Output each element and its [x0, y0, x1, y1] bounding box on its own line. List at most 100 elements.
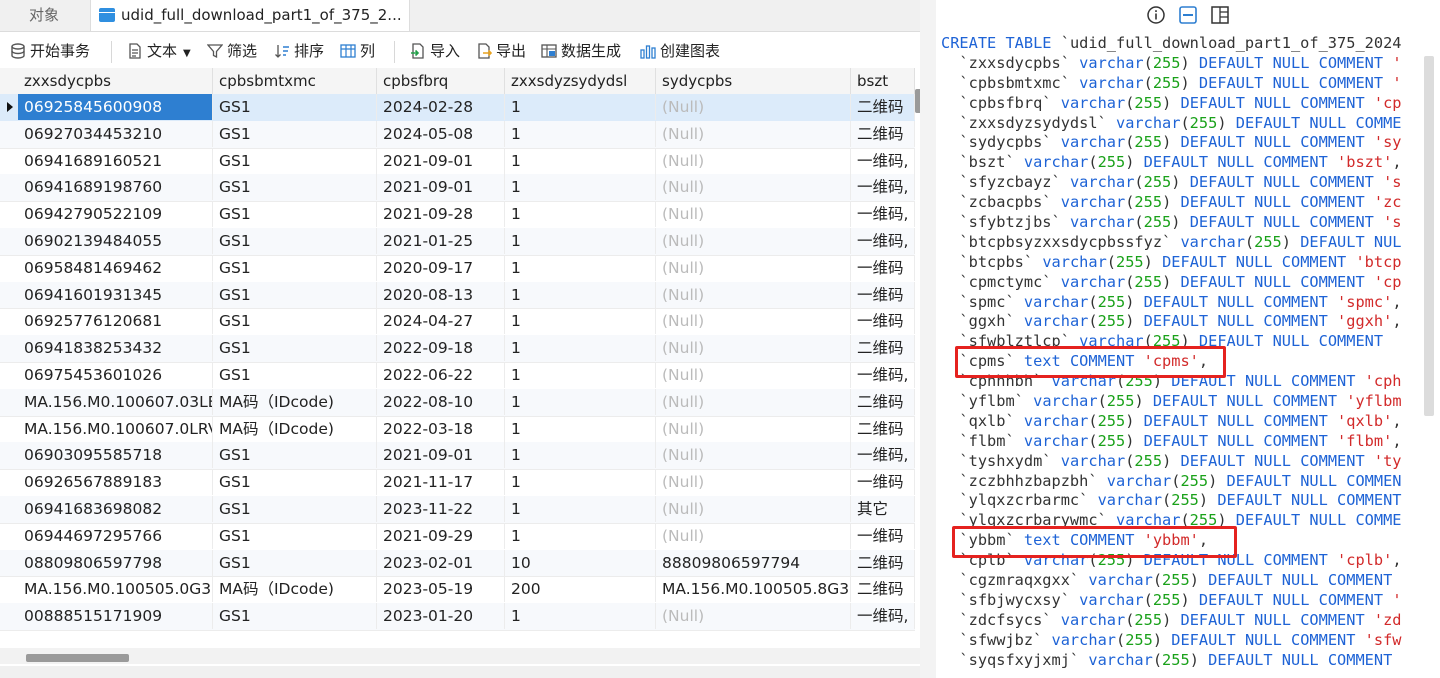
table-cell[interactable]: 06941689160521 [18, 147, 213, 174]
table-cell[interactable]: (Null) [656, 335, 851, 362]
row-indicator[interactable] [0, 282, 18, 308]
columns-button[interactable]: 列 [340, 41, 375, 61]
table-cell[interactable]: MA.156.M0.100505.0G3 [18, 576, 213, 603]
table-cell[interactable]: (Null) [656, 415, 851, 442]
table-cell[interactable]: (Null) [656, 603, 851, 630]
tab-table-data[interactable]: udid_full_download_part1_of_375_2... [90, 0, 410, 31]
table-cell[interactable]: 2021-09-01 [377, 174, 505, 201]
table-row[interactable]: 08809806597798 GS1 2023-02-01 10 88809806597… [0, 549, 915, 578]
import-button[interactable]: 导入 [410, 41, 460, 61]
table-cell[interactable]: 二维码 [851, 335, 915, 362]
table-cell[interactable]: (Null) [656, 201, 851, 228]
table-row[interactable]: 06944697295766 GS1 2021-09-29 1 (Null) 一维码 [0, 522, 915, 551]
table-cell[interactable]: 1 [505, 388, 656, 415]
table-cell[interactable]: GS1 [213, 496, 377, 522]
row-indicator[interactable] [0, 362, 18, 388]
table-row[interactable]: 06941601931345 GS1 2020-08-13 1 (Null) 一维码 [0, 281, 915, 310]
table-cell[interactable]: (Null) [656, 522, 851, 549]
table-cell[interactable]: GS1 [213, 308, 377, 335]
table-cell[interactable]: (Null) [656, 388, 851, 415]
table-cell[interactable]: 一维码, [851, 201, 915, 228]
table-cell[interactable]: 2020-08-13 [377, 281, 505, 308]
table-cell[interactable]: 06925845600908 [18, 94, 213, 120]
table-cell[interactable]: 二维码 [851, 94, 915, 120]
table-cell[interactable]: 二维码 [851, 549, 915, 576]
table-cell[interactable]: MA码（IDcode) [213, 388, 377, 415]
row-indicator[interactable] [0, 523, 18, 549]
table-cell[interactable]: MA码（IDcode) [213, 576, 377, 603]
table-cell[interactable]: 一维码, [851, 603, 915, 630]
table-cell[interactable]: 一维码, [851, 442, 915, 469]
table-cell[interactable]: 一维码 [851, 308, 915, 335]
table-cell[interactable]: GS1 [213, 94, 377, 120]
row-indicator[interactable] [0, 148, 18, 174]
table-cell[interactable]: 2022-06-22 [377, 362, 505, 388]
table-cell[interactable]: 二维码 [851, 120, 915, 147]
table-cell[interactable]: GS1 [213, 147, 377, 174]
table-cell[interactable]: 06926567889183 [18, 469, 213, 496]
table-cell[interactable]: 1 [505, 415, 656, 442]
row-indicator[interactable] [0, 335, 18, 361]
table-cell[interactable]: 1 [505, 335, 656, 362]
table-cell[interactable]: 1 [505, 603, 656, 630]
row-indicator[interactable] [0, 228, 18, 254]
sort-button[interactable]: 排序 [274, 41, 324, 61]
table-cell[interactable]: 1 [505, 442, 656, 469]
table-cell[interactable]: 二维码 [851, 388, 915, 415]
table-cell[interactable]: 一维码 [851, 254, 915, 281]
table-cell[interactable]: 2023-01-20 [377, 603, 505, 630]
table-cell[interactable]: MA.156.M0.100607.03LE [18, 388, 213, 415]
ddl-icon[interactable] [1178, 5, 1198, 25]
table-cell[interactable]: GS1 [213, 120, 377, 147]
table-cell[interactable]: 2021-11-17 [377, 469, 505, 496]
table-cell[interactable]: (Null) [656, 308, 851, 335]
row-indicator[interactable] [0, 496, 18, 522]
table-cell[interactable]: 1 [505, 362, 656, 388]
table-cell[interactable]: 88809806597794 [656, 549, 851, 576]
table-cell[interactable]: GS1 [213, 335, 377, 362]
table-cell[interactable]: 2022-03-18 [377, 415, 505, 442]
table-row[interactable]: MA.156.M0.100607.03LE MA码（IDcode) 2022-08-… [0, 388, 915, 417]
table-row[interactable]: MA.156.M0.100607.0LRV MA码（IDcode) 2022-03-… [0, 415, 915, 444]
row-indicator[interactable] [0, 469, 18, 495]
table-cell[interactable]: 2023-11-22 [377, 496, 505, 522]
table-cell[interactable]: (Null) [656, 228, 851, 254]
table-cell[interactable]: 1 [505, 496, 656, 522]
table-row[interactable]: 06902139484055 GS1 2021-01-25 1 (Null) 一维码, [0, 228, 915, 256]
table-cell[interactable]: (Null) [656, 94, 851, 120]
table-cell[interactable]: 1 [505, 522, 656, 549]
table-cell[interactable]: GS1 [213, 549, 377, 576]
table-cell[interactable]: 1 [505, 94, 656, 120]
table-cell[interactable]: (Null) [656, 362, 851, 388]
table-row[interactable]: 00888515171909 GS1 2023-01-20 1 (Null) 一维码, [0, 603, 915, 631]
table-cell[interactable]: 200 [505, 576, 656, 603]
data-generation-button[interactable]: 数据生成 [541, 41, 621, 61]
table-row[interactable]: 06941683698082 GS1 2023-11-22 1 (Null) 其它 [0, 496, 915, 524]
table-cell[interactable]: 06927034453210 [18, 120, 213, 147]
table-cell[interactable]: (Null) [656, 442, 851, 469]
table-cell[interactable]: 1 [505, 469, 656, 496]
table-cell[interactable]: GS1 [213, 603, 377, 630]
table-cell[interactable]: 2024-05-08 [377, 120, 505, 147]
table-cell[interactable]: 1 [505, 254, 656, 281]
table-row[interactable]: 06925845600908 GS1 2024-02-28 1 (Null) 二维码 [0, 94, 915, 122]
column-header[interactable]: zxxsdyzsydydsl [505, 68, 656, 94]
table-row[interactable]: 06903095585718 GS1 2021-09-01 1 (Null) 一维码, [0, 442, 915, 471]
layout-icon[interactable] [1210, 5, 1230, 25]
table-cell[interactable]: 06903095585718 [18, 442, 213, 469]
row-indicator[interactable] [0, 416, 18, 442]
table-cell[interactable]: 2022-08-10 [377, 388, 505, 415]
table-cell[interactable]: 06941689198760 [18, 174, 213, 201]
table-cell[interactable]: MA.156.M0.100505.8G3 [656, 576, 851, 603]
table-cell[interactable]: 06925776120681 [18, 308, 213, 335]
table-row[interactable]: 06926567889183 GS1 2021-11-17 1 (Null) 一维码 [0, 469, 915, 497]
table-cell[interactable]: 06942790522109 [18, 201, 213, 228]
row-indicator[interactable] [0, 201, 18, 227]
row-indicator[interactable] [0, 255, 18, 281]
table-cell[interactable]: 1 [505, 228, 656, 254]
table-cell[interactable]: 1 [505, 308, 656, 335]
column-header[interactable]: zxxsdycpbs [18, 68, 213, 94]
table-row[interactable]: 06941689198760 GS1 2021-09-01 1 (Null) 一维码, [0, 174, 915, 203]
table-cell[interactable]: 08809806597798 [18, 549, 213, 576]
table-cell[interactable]: (Null) [656, 147, 851, 174]
